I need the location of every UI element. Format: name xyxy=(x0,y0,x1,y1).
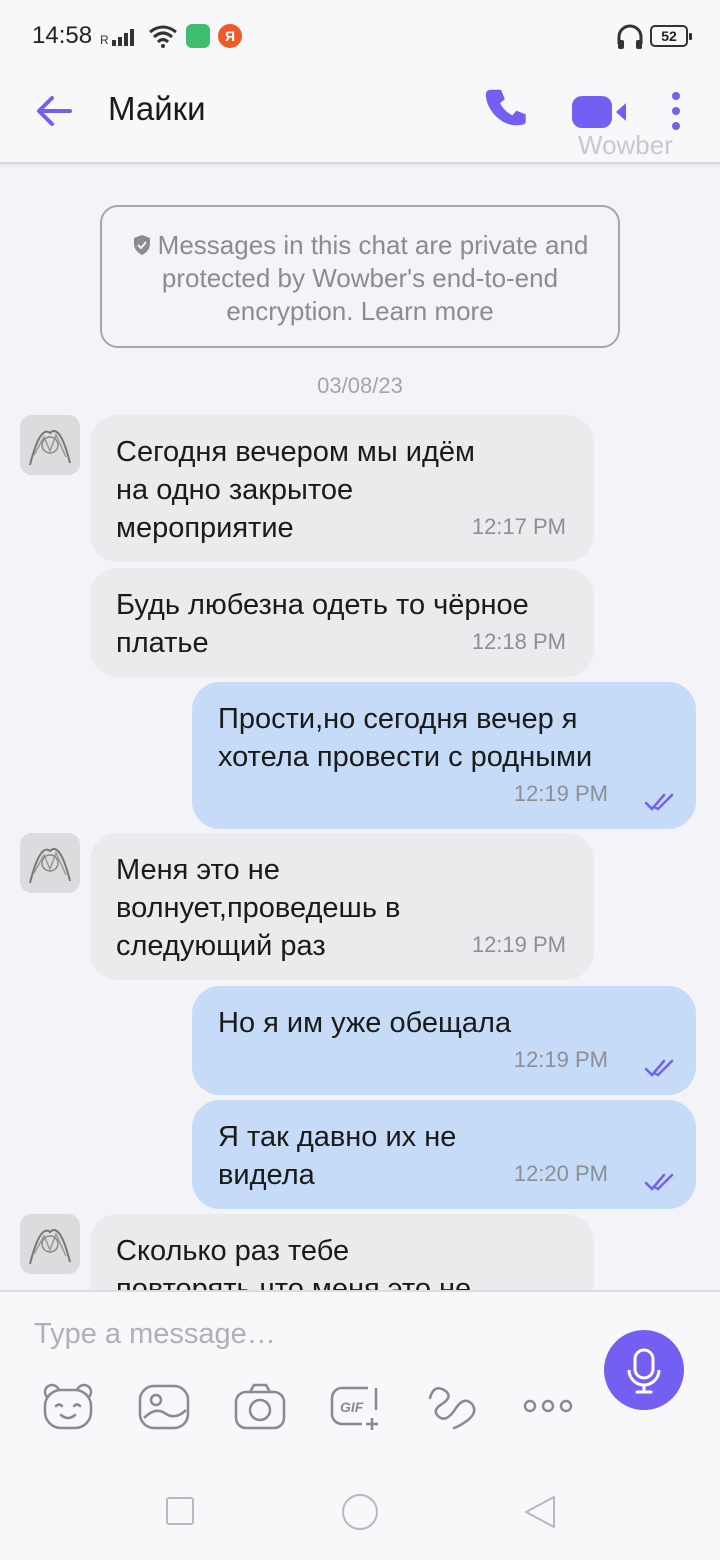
voice-message-button[interactable] xyxy=(604,1330,684,1410)
signal-icon: R xyxy=(100,29,134,46)
contact-name[interactable]: Майки xyxy=(108,90,206,128)
message-time: 12:17 PM xyxy=(471,514,566,539)
message-text: Сегодня вечером мы идём на одно закрытое… xyxy=(116,436,475,544)
message-bubble-outgoing[interactable]: Я так давно их не видела 12:20 PM xyxy=(192,1100,696,1209)
wifi-icon xyxy=(149,25,177,48)
message-time: 12:18 PM xyxy=(471,629,566,654)
microphone-icon xyxy=(627,1348,661,1394)
shield-icon xyxy=(133,235,150,255)
message-composer: GIF xyxy=(0,1290,720,1450)
message-bubble-incoming[interactable]: Сегодня вечером мы идём на одно закрытое… xyxy=(90,415,594,562)
camera-icon[interactable] xyxy=(232,1380,288,1432)
message-bubble-incoming[interactable]: Будь любезна одеть то чёрное платье 12:1… xyxy=(90,568,594,677)
recent-apps-button[interactable] xyxy=(166,1497,194,1525)
message-bubble-outgoing[interactable]: Прости,но сегодня вечер я хотела провест… xyxy=(192,682,696,829)
battery-indicator: 52 xyxy=(650,25,692,47)
gallery-icon[interactable] xyxy=(136,1380,192,1432)
message-bubble-incoming[interactable]: Сколько раз тебе повторять,что меня это … xyxy=(90,1214,594,1290)
message-text: Сколько раз тебе повторять,что меня это … xyxy=(116,1235,472,1290)
date-separator: 03/08/23 xyxy=(317,373,403,398)
system-navigation-bar xyxy=(0,1450,720,1560)
back-arrow-icon[interactable] xyxy=(30,86,80,136)
double-check-icon xyxy=(644,1173,674,1191)
back-triangle-icon[interactable] xyxy=(522,1494,558,1530)
svg-text:R: R xyxy=(100,33,109,46)
message-time: 12:19 PM xyxy=(471,932,566,957)
message-text: Я так давно их не видела xyxy=(218,1121,457,1191)
avatar-image xyxy=(20,415,80,475)
message-time: 12:19 PM xyxy=(513,781,608,806)
double-check-icon xyxy=(644,1059,674,1077)
phone-icon[interactable] xyxy=(484,86,534,136)
home-button[interactable] xyxy=(342,1494,378,1530)
contact-avatar[interactable] xyxy=(20,1214,80,1274)
message-list[interactable]: Messages in this chat are private and pr… xyxy=(0,165,720,1290)
message-text: Меня это не волнует,проведешь в следующи… xyxy=(116,854,401,962)
headphones-icon xyxy=(617,24,643,49)
encryption-notice[interactable]: Messages in this chat are private and pr… xyxy=(100,205,620,348)
encryption-notice-text: Messages in this chat are private and pr… xyxy=(157,230,589,326)
contact-avatar[interactable] xyxy=(20,833,80,893)
app-watermark: Wowber xyxy=(578,130,673,160)
status-time: 14:58 xyxy=(32,22,93,49)
video-camera-icon[interactable] xyxy=(568,90,630,134)
gif-icon[interactable]: GIF xyxy=(328,1380,384,1432)
svg-text:GIF: GIF xyxy=(340,1399,364,1415)
message-input[interactable] xyxy=(34,1314,554,1354)
more-horizontal-icon[interactable] xyxy=(520,1380,576,1432)
avatar-image xyxy=(20,833,80,893)
message-text: Но я им уже обещала xyxy=(218,1007,512,1039)
message-text: Прости,но сегодня вечер я хотела провест… xyxy=(218,703,593,773)
avatar-image xyxy=(20,1214,80,1274)
message-time: 12:19 PM xyxy=(513,1047,608,1072)
sticker-bear-icon[interactable] xyxy=(40,1380,96,1432)
doodle-icon[interactable] xyxy=(424,1380,480,1432)
more-vertical-icon[interactable] xyxy=(664,90,688,134)
notification-app-icon xyxy=(186,24,210,48)
message-time: 12:20 PM xyxy=(513,1161,608,1186)
yandex-app-icon: Я xyxy=(218,24,242,48)
contact-avatar[interactable] xyxy=(20,415,80,475)
chat-header: Майки Wowber xyxy=(0,56,720,164)
double-check-icon xyxy=(644,793,674,811)
message-bubble-outgoing[interactable]: Но я им уже обещала 12:19 PM xyxy=(192,986,696,1095)
message-bubble-incoming[interactable]: Меня это не волнует,проведешь в следующи… xyxy=(90,833,594,980)
